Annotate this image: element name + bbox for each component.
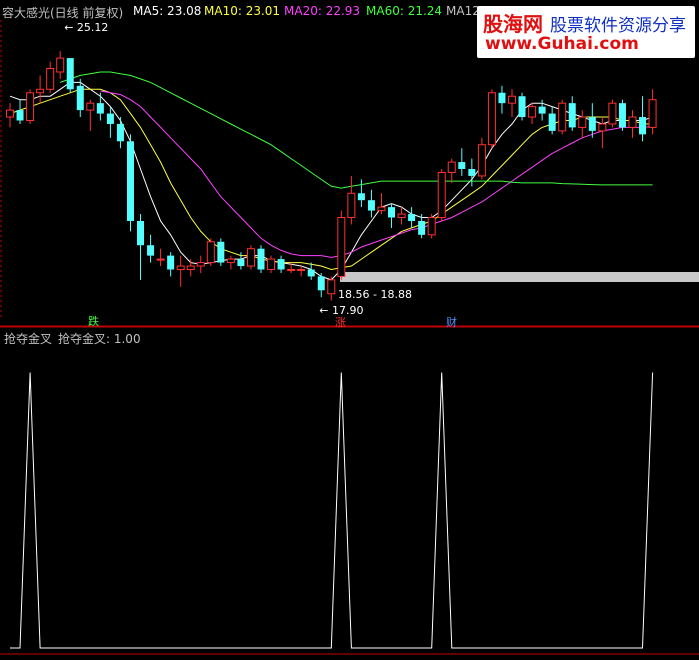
- candle-body: [267, 258, 276, 270]
- candle-body: [16, 110, 24, 121]
- candle-body: [246, 248, 255, 267]
- candle-body: [307, 269, 315, 277]
- candle-body: [156, 258, 165, 261]
- candle-body: [498, 92, 506, 104]
- candle-body: [639, 117, 647, 135]
- ma60-label: MA60: 21.24: [366, 4, 443, 18]
- candle-body: [367, 200, 375, 211]
- ma-line-ma5: [9, 81, 653, 281]
- candle-body: [377, 206, 386, 212]
- candle-body: [628, 116, 637, 128]
- candle-body: [46, 68, 55, 90]
- candle-body: [437, 171, 446, 219]
- candle-body: [126, 141, 134, 221]
- candle-body: [86, 102, 95, 111]
- candle-body: [558, 102, 567, 132]
- candle-body: [196, 262, 205, 267]
- candle-body: [418, 220, 426, 235]
- ma120-label: MA12: [446, 4, 480, 18]
- range-label: 18.56 - 18.88: [338, 288, 412, 301]
- candle-body: [147, 245, 155, 256]
- candle-body: [568, 103, 576, 128]
- candle-body: [237, 259, 245, 267]
- candle-body: [468, 169, 476, 176]
- candle-body: [96, 103, 104, 114]
- candle-body: [598, 123, 607, 132]
- marker-wealth-text: 财: [446, 315, 457, 329]
- candle-body: [578, 116, 587, 128]
- candle-body: [257, 248, 265, 270]
- ma20-label: MA20: 22.93: [284, 4, 361, 18]
- ma5-label: MA5: 23.08: [133, 4, 202, 18]
- watermark-logo: 股海网 股票软件资源分享 www.Guhai.com: [477, 6, 695, 58]
- candle-body: [317, 276, 325, 291]
- lower-panel-title: 抢夺金叉: [4, 332, 53, 346]
- candle-body: [458, 162, 466, 169]
- marker-up-text: 涨: [335, 316, 346, 329]
- golden-cross-signal-line: [10, 372, 654, 649]
- marker-down-text: 跌: [88, 314, 99, 328]
- stock-chart-window: ← 25.12 18.56 - 18.88 ← 17.90 跌涨财 容大感光(日线 前…: [0, 0, 699, 660]
- high-price-label: ← 25.12: [64, 21, 108, 34]
- candle-body: [487, 92, 496, 146]
- candle-body: [277, 259, 285, 270]
- candle-body: [347, 192, 356, 219]
- candle-body: [477, 144, 486, 177]
- candle-body: [618, 103, 626, 128]
- candle-body: [176, 265, 185, 270]
- watermark-url: www.Guhai.com: [485, 34, 639, 54]
- candle-body: [357, 193, 365, 201]
- candle-body: [548, 113, 556, 131]
- lower-panel-value: 抢夺金叉: 1.00: [58, 332, 141, 346]
- candle-body: [186, 265, 195, 270]
- candle-body: [206, 241, 215, 264]
- candle-body: [167, 255, 175, 270]
- candle-body: [36, 88, 45, 94]
- candle-body: [538, 106, 546, 114]
- candle-body: [76, 85, 84, 111]
- candle-body: [297, 268, 306, 271]
- candle-body: [137, 220, 145, 246]
- candle-body: [648, 99, 657, 128]
- candle-body: [337, 217, 346, 277]
- candle-body: [327, 279, 336, 295]
- watermark-brand-row: 股海网 股票软件资源分享: [483, 8, 686, 37]
- candle-body: [217, 241, 225, 263]
- candle-body: [608, 102, 617, 125]
- candle-body: [106, 113, 114, 124]
- candle-body: [397, 213, 406, 219]
- candle-body: [26, 92, 35, 121]
- stock-title: 容大感光(日线 前复权): [2, 6, 124, 20]
- candle-body: [66, 58, 74, 90]
- candle-body: [427, 217, 436, 236]
- range-highlight-band: [340, 272, 699, 282]
- candle-body: [508, 95, 516, 104]
- candle-body: [518, 96, 526, 118]
- candle-body: [408, 214, 416, 221]
- candle-body: [56, 57, 65, 73]
- watermark-brand: 股海网: [483, 12, 543, 36]
- candle-body: [447, 161, 456, 173]
- candle-body: [287, 268, 296, 271]
- watermark-slogan: 股票软件资源分享: [549, 16, 686, 36]
- candle-body: [588, 117, 596, 131]
- ma-line-ma10: [9, 88, 653, 271]
- candle-body: [116, 123, 124, 142]
- ma10-label: MA10: 23.01: [204, 4, 281, 18]
- candle-body: [6, 109, 14, 118]
- candle-body: [226, 258, 235, 264]
- candle-body: [528, 106, 537, 118]
- candle-body: [388, 207, 396, 218]
